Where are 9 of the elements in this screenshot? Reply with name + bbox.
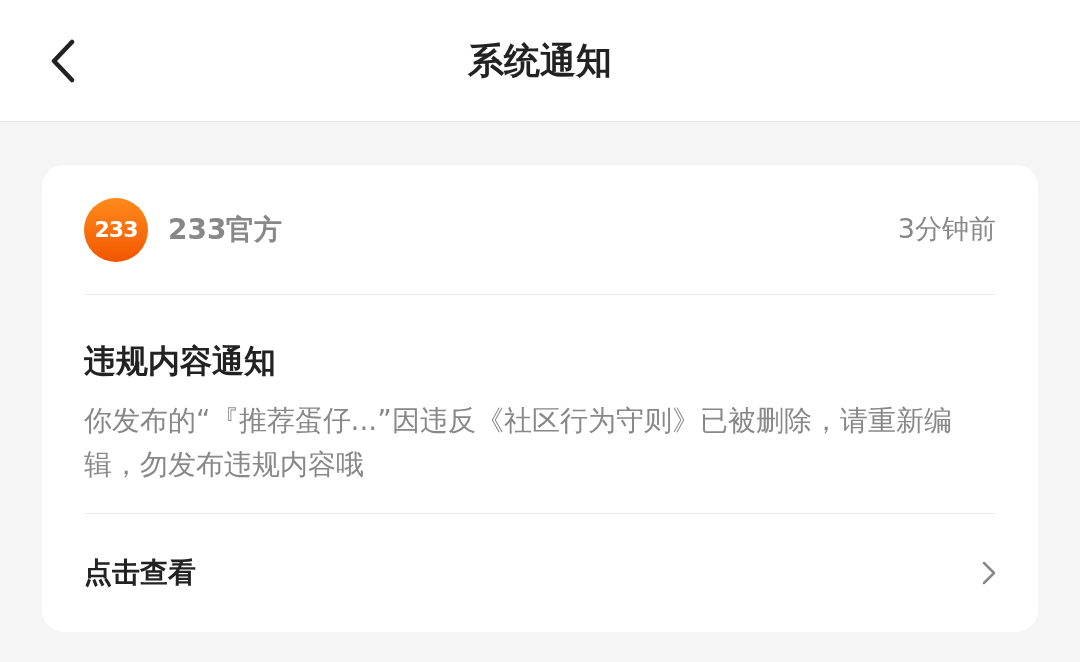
sender-logo: 233 [84, 197, 148, 262]
sender-name: 233官方 [168, 211, 283, 248]
back-icon [50, 39, 76, 83]
chevron-right-icon [982, 561, 996, 585]
notification-message: 你发布的“『推荐蛋仔...”因违反《社区行为守则》已被删除，请重新编辑，勿发布违规内容哦 [84, 403, 953, 483]
timestamp: 3分钟前 [897, 212, 996, 247]
page-title: 系统通知 [468, 38, 612, 83]
notification-title: 违规内容通知 [84, 341, 277, 382]
view-details-link[interactable]: 点击查看 [84, 514, 996, 632]
